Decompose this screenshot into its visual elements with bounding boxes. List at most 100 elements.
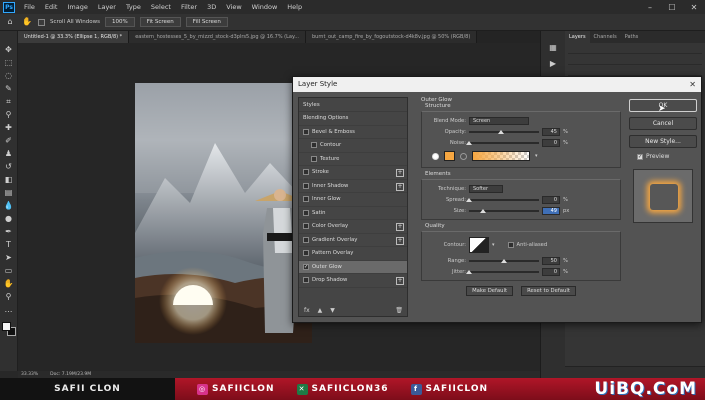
solid-color-radio[interactable] (432, 152, 439, 160)
style-checkbox[interactable] (303, 169, 309, 176)
cancel-button[interactable]: Cancel (629, 117, 697, 130)
spread-slider[interactable] (466, 197, 539, 202)
style-item-inner-glow[interactable]: Inner Glow (299, 193, 407, 207)
close-icon[interactable]: ✕ (683, 3, 705, 12)
style-item-drop-shadow[interactable]: Drop Shadow + (299, 274, 407, 288)
menu-image[interactable]: Image (62, 3, 92, 11)
range-slider[interactable] (469, 258, 539, 263)
hand-tool-icon[interactable]: ✋ (3, 279, 15, 289)
menu-filter[interactable]: Filter (176, 3, 202, 11)
add-effect-icon[interactable]: + (396, 277, 404, 285)
marquee-tool-icon[interactable]: ⬚ (3, 58, 15, 68)
menu-help[interactable]: Help (282, 3, 307, 11)
style-item-texture[interactable]: Texture (299, 153, 407, 166)
style-item-bevel-emboss[interactable]: Bevel & Emboss (299, 126, 407, 139)
add-effect-icon[interactable]: + (396, 236, 404, 245)
style-checkbox[interactable] (303, 223, 309, 230)
noise-slider[interactable] (466, 140, 539, 145)
contour-picker[interactable] (469, 237, 489, 253)
fx-icon[interactable]: fx (304, 307, 310, 314)
eyedropper-icon[interactable]: ⚲ (3, 110, 15, 120)
jitter-slider-knob[interactable] (466, 269, 472, 274)
document-image[interactable] (135, 83, 312, 343)
history-icon[interactable]: ▦ (547, 43, 559, 53)
style-checkbox[interactable] (303, 128, 309, 135)
dodge-tool-icon[interactable]: ● (3, 214, 15, 224)
move-tool-icon[interactable]: ✥ (3, 45, 15, 55)
move-down-icon[interactable]: ▼ (330, 307, 335, 314)
gradient-radio[interactable] (460, 152, 467, 160)
style-checkbox[interactable] (303, 236, 309, 243)
crop-tool-icon[interactable]: ⌗ (3, 97, 15, 107)
foreground-color[interactable] (1, 322, 11, 331)
blur-tool-icon[interactable]: 💧 (3, 201, 15, 211)
opacity-slider-knob[interactable] (497, 129, 504, 134)
menu-layer[interactable]: Layer (93, 3, 121, 11)
style-item-gradient-overlay[interactable]: Gradient Overlay + (299, 234, 407, 247)
blend-opacity-row[interactable] (568, 54, 702, 65)
play-icon[interactable]: ▶ (547, 59, 559, 69)
reset-default-button[interactable]: Reset to Default (521, 286, 576, 296)
zoom-level[interactable]: 33.33% (21, 372, 38, 377)
styles-header[interactable]: Styles (299, 98, 407, 112)
layer-filter-row[interactable] (568, 43, 702, 54)
range-input[interactable]: 50 (542, 256, 560, 265)
zoom-tool-icon[interactable]: ⚲ (3, 292, 15, 302)
blend-mode-select[interactable]: Screen (469, 116, 529, 125)
technique-select[interactable]: Softer (469, 184, 503, 193)
eraser-icon[interactable]: ◧ (3, 175, 15, 185)
noise-input[interactable]: 0 (542, 138, 560, 147)
color-swatches[interactable] (1, 322, 16, 336)
lasso-tool-icon[interactable]: ◌ (3, 71, 15, 81)
tab-layers[interactable]: Layers (565, 31, 590, 43)
tab-paths[interactable]: Paths (621, 31, 643, 43)
menu-edit[interactable]: Edit (40, 3, 63, 11)
gradient-tool-icon[interactable]: ▤ (3, 188, 15, 198)
menu-3d[interactable]: 3D (202, 3, 221, 11)
tab-camp-fire[interactable]: burnt_out_camp_fire_by_fogoutstock-d4k8v… (306, 31, 478, 43)
home-icon[interactable]: ⌂ (4, 17, 16, 27)
history-brush-icon[interactable]: ↺ (3, 162, 15, 172)
style-item-inner-shadow[interactable]: Inner Shadow + (299, 180, 407, 193)
healing-brush-icon[interactable]: ✚ (3, 123, 15, 133)
menu-file[interactable]: File (19, 3, 40, 11)
gradient-dropdown-icon[interactable]: ▾ (535, 153, 538, 159)
spread-input[interactable]: 0 (542, 195, 560, 204)
style-checkbox[interactable]: ✓ (303, 263, 309, 270)
clone-stamp-icon[interactable]: ♟ (3, 149, 15, 159)
style-item-stroke[interactable]: Stroke + (299, 166, 407, 180)
glow-color-swatch[interactable] (444, 151, 455, 161)
style-item-pattern-overlay[interactable]: Pattern Overlay (299, 247, 407, 261)
glow-gradient-swatch[interactable] (472, 151, 530, 161)
minimize-icon[interactable]: – (639, 3, 661, 12)
pen-tool-icon[interactable]: ✒ (3, 227, 15, 237)
style-item-outer-glow[interactable]: ✓ Outer Glow (299, 260, 407, 274)
style-checkbox[interactable] (311, 142, 317, 149)
contour-dropdown-icon[interactable]: ▾ (492, 242, 495, 248)
tab-untitled-1[interactable]: Untitled-1 @ 33.3% (Ellipse 1, RGB/8) * (18, 31, 130, 43)
jitter-slider[interactable] (466, 269, 539, 274)
path-select-icon[interactable]: ➤ (3, 253, 15, 263)
tab-channels[interactable]: Channels (590, 31, 621, 43)
menu-window[interactable]: Window (247, 3, 283, 11)
move-up-icon[interactable]: ▲ (318, 307, 323, 314)
anti-aliased-checkbox[interactable] (507, 242, 514, 248)
brush-tool-icon[interactable]: ✐ (3, 136, 15, 146)
add-effect-icon[interactable]: + (396, 223, 404, 231)
size-slider[interactable] (469, 208, 539, 213)
style-checkbox[interactable] (303, 196, 309, 203)
quick-select-icon[interactable]: ✎ (3, 84, 15, 94)
make-default-button[interactable]: Make Default (466, 286, 514, 296)
style-checkbox[interactable] (303, 209, 309, 216)
menu-type[interactable]: Type (121, 3, 146, 11)
shape-tool-icon[interactable]: ▭ (3, 266, 15, 276)
size-input[interactable]: 49 (542, 206, 560, 215)
menu-select[interactable]: Select (146, 3, 176, 11)
scroll-all-checkbox[interactable] (38, 18, 45, 26)
type-tool-icon[interactable]: T (3, 240, 15, 250)
style-item-blending-options[interactable]: Blending Options (299, 112, 407, 126)
size-slider-knob[interactable] (479, 208, 486, 213)
zoom-100-button[interactable]: 100% (104, 17, 135, 27)
lock-fill-row[interactable] (568, 65, 702, 76)
noise-slider-knob[interactable] (466, 140, 472, 145)
